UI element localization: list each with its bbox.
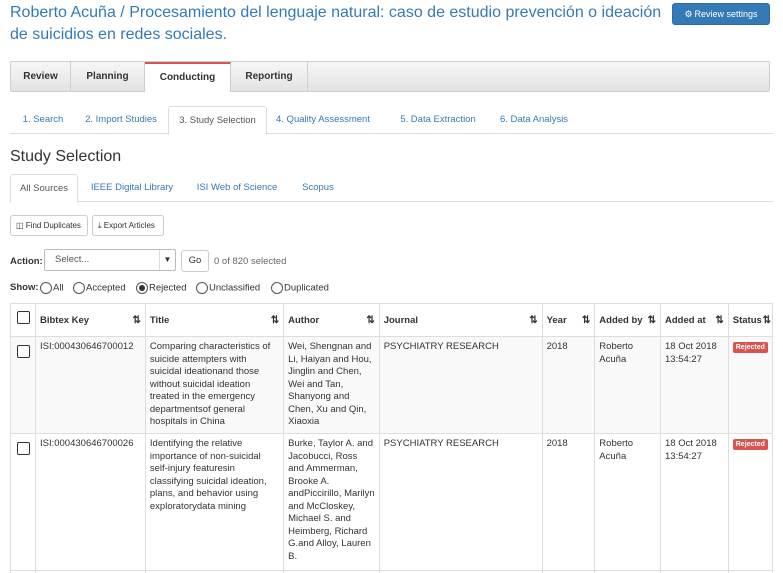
cell-title[interactable]: Comparing characteristics of suicide att…: [144, 336, 285, 434]
author-link[interactable]: Roberto Acuña: [10, 4, 116, 21]
phase-tab-reporting[interactable]: Reporting: [231, 62, 308, 92]
cell-status: Rejected: [727, 433, 774, 571]
cell-journal: PSYCHIATRY RESEARCH: [378, 433, 543, 571]
radio-circle[interactable]: [196, 282, 208, 294]
phase-tab-conducting[interactable]: Conducting: [145, 62, 231, 92]
download-icon: ⤓: [98, 221, 102, 230]
sort-icon[interactable]: ⇅: [133, 315, 141, 326]
table-header-row: Bibtex Key ⇅ Title ⇅ Author ⇅ Journal ⇅ Year…: [10, 303, 774, 337]
tab-scopus[interactable]: Scopus: [290, 174, 346, 202]
radio-circle[interactable]: [271, 282, 283, 294]
col-added-by[interactable]: Added by ⇅: [594, 303, 662, 337]
tab-import-studies[interactable]: 2. Import Studies: [76, 106, 166, 134]
row-checkbox-cell: [10, 433, 36, 571]
radio-circle[interactable]: [73, 282, 85, 294]
copy-icon: ◫: [16, 221, 24, 230]
tab-all-sources[interactable]: All Sources: [10, 174, 78, 203]
cell-author: Burke, Taylor A. and Jacobucci, Ross and…: [283, 433, 380, 571]
radio-rejected[interactable]: Rejected: [136, 282, 187, 296]
col-added-at[interactable]: Added at ⇅: [660, 303, 729, 337]
col-status[interactable]: Status ⇅: [727, 303, 774, 337]
row-checkbox[interactable]: [17, 442, 30, 455]
studies-table: Bibtex Key ⇅ Title ⇅ Author ⇅ Journal ⇅ Year…: [10, 303, 774, 573]
tab-study-selection[interactable]: 3. Study Selection: [168, 106, 267, 135]
show-label: Show:: [10, 282, 39, 293]
sort-icon[interactable]: ⇅: [715, 315, 723, 326]
selection-count: 0 of 820 selected: [214, 256, 287, 267]
project-header: Roberto Acuña / Procesamiento del lengua…: [10, 2, 662, 46]
export-articles-button[interactable]: ⤓ Export Articles: [92, 215, 164, 236]
radio-circle-selected[interactable]: [136, 282, 148, 294]
cell-author: Wei, Shengnan and Li, Haiyan and Hou, Ji…: [283, 336, 380, 434]
radio-all[interactable]: All: [40, 282, 64, 296]
header-separator: /: [115, 4, 130, 21]
cell-status: Rejected: [727, 336, 774, 434]
review-settings-button[interactable]: ⚙ Review settings: [672, 3, 770, 25]
action-label: Action:: [10, 256, 43, 267]
source-tabs: All Sources IEEE Digital Library ISI Web…: [10, 174, 773, 203]
table-row[interactable]: ISI:000430646700026 Identifying the rela…: [10, 433, 774, 571]
page-title: Study Selection: [10, 148, 122, 165]
sort-icon[interactable]: ⇅: [271, 315, 279, 326]
tab-quality-assessment[interactable]: 4. Quality Assessment: [270, 106, 376, 134]
col-year[interactable]: Year ⇅: [541, 303, 596, 337]
col-journal[interactable]: Journal ⇅: [378, 303, 543, 337]
sort-icon[interactable]: ⇅: [366, 315, 374, 326]
select-all-checkbox[interactable]: [17, 311, 30, 324]
cell-bibtex-key: ISI:000430646700012: [34, 336, 146, 434]
phase-tab-review[interactable]: Review: [11, 62, 71, 92]
cell-bibtex-key: ISI:000430646700026: [34, 433, 146, 571]
radio-unclassified[interactable]: Unclassified: [196, 282, 260, 296]
gear-icon: ⚙: [684, 9, 693, 19]
chevron-down-icon: ▼: [159, 250, 175, 270]
cell-journal: PSYCHIATRY RESEARCH: [378, 336, 543, 434]
cell-added-at: 18 Oct 2018 13:54:27: [660, 336, 729, 434]
go-button[interactable]: Go: [181, 250, 209, 272]
sort-icon[interactable]: ⇅: [648, 315, 656, 326]
tab-search[interactable]: 1. Search: [12, 106, 74, 134]
tab-data-analysis[interactable]: 6. Data Analysis: [490, 106, 578, 134]
row-checkbox-cell: [10, 336, 36, 434]
tab-data-extraction[interactable]: 5. Data Extraction: [390, 106, 486, 134]
radio-circle[interactable]: [40, 282, 52, 294]
radio-accepted[interactable]: Accepted: [73, 282, 126, 296]
sort-icon[interactable]: ⇅: [763, 315, 771, 326]
sort-icon[interactable]: ⇅: [529, 315, 537, 326]
row-checkbox[interactable]: [17, 345, 30, 358]
status-badge: Rejected: [732, 439, 768, 450]
cell-year: 2018: [541, 433, 596, 571]
action-select[interactable]: Select... ▼: [44, 249, 176, 271]
col-title[interactable]: Title ⇅: [144, 303, 285, 337]
cell-added-by: Roberto Acuña: [594, 336, 662, 434]
phase-navbar: Review Planning Conducting Reporting: [10, 61, 770, 92]
cell-title[interactable]: Identifying the relative importance of n…: [144, 433, 285, 571]
find-duplicates-button[interactable]: ◫ Find Duplicates: [10, 215, 88, 236]
status-badge: Rejected: [732, 342, 768, 353]
step-tabs: 1. Search 2. Import Studies 3. Study Sel…: [10, 106, 773, 135]
cell-added-at: 18 Oct 2018 13:54:27: [660, 433, 729, 571]
cell-added-by: Roberto Acuña: [594, 433, 662, 571]
phase-tab-planning[interactable]: Planning: [71, 62, 145, 92]
table-row[interactable]: ISI:000430646700012 Comparing characteri…: [10, 336, 774, 434]
tab-isi-web-of-science[interactable]: ISI Web of Science: [186, 174, 288, 202]
show-filter: Show: All Accepted Rejected Unclassified…: [10, 282, 510, 296]
col-author[interactable]: Author ⇅: [283, 303, 380, 337]
col-bibtex-key[interactable]: Bibtex Key ⇅: [34, 303, 146, 337]
select-all-cell: [10, 303, 36, 337]
tab-ieee-digital-library[interactable]: IEEE Digital Library: [80, 174, 184, 202]
radio-duplicated[interactable]: Duplicated: [271, 282, 329, 296]
cell-year: 2018: [541, 336, 596, 434]
sort-icon[interactable]: ⇅: [582, 315, 590, 326]
